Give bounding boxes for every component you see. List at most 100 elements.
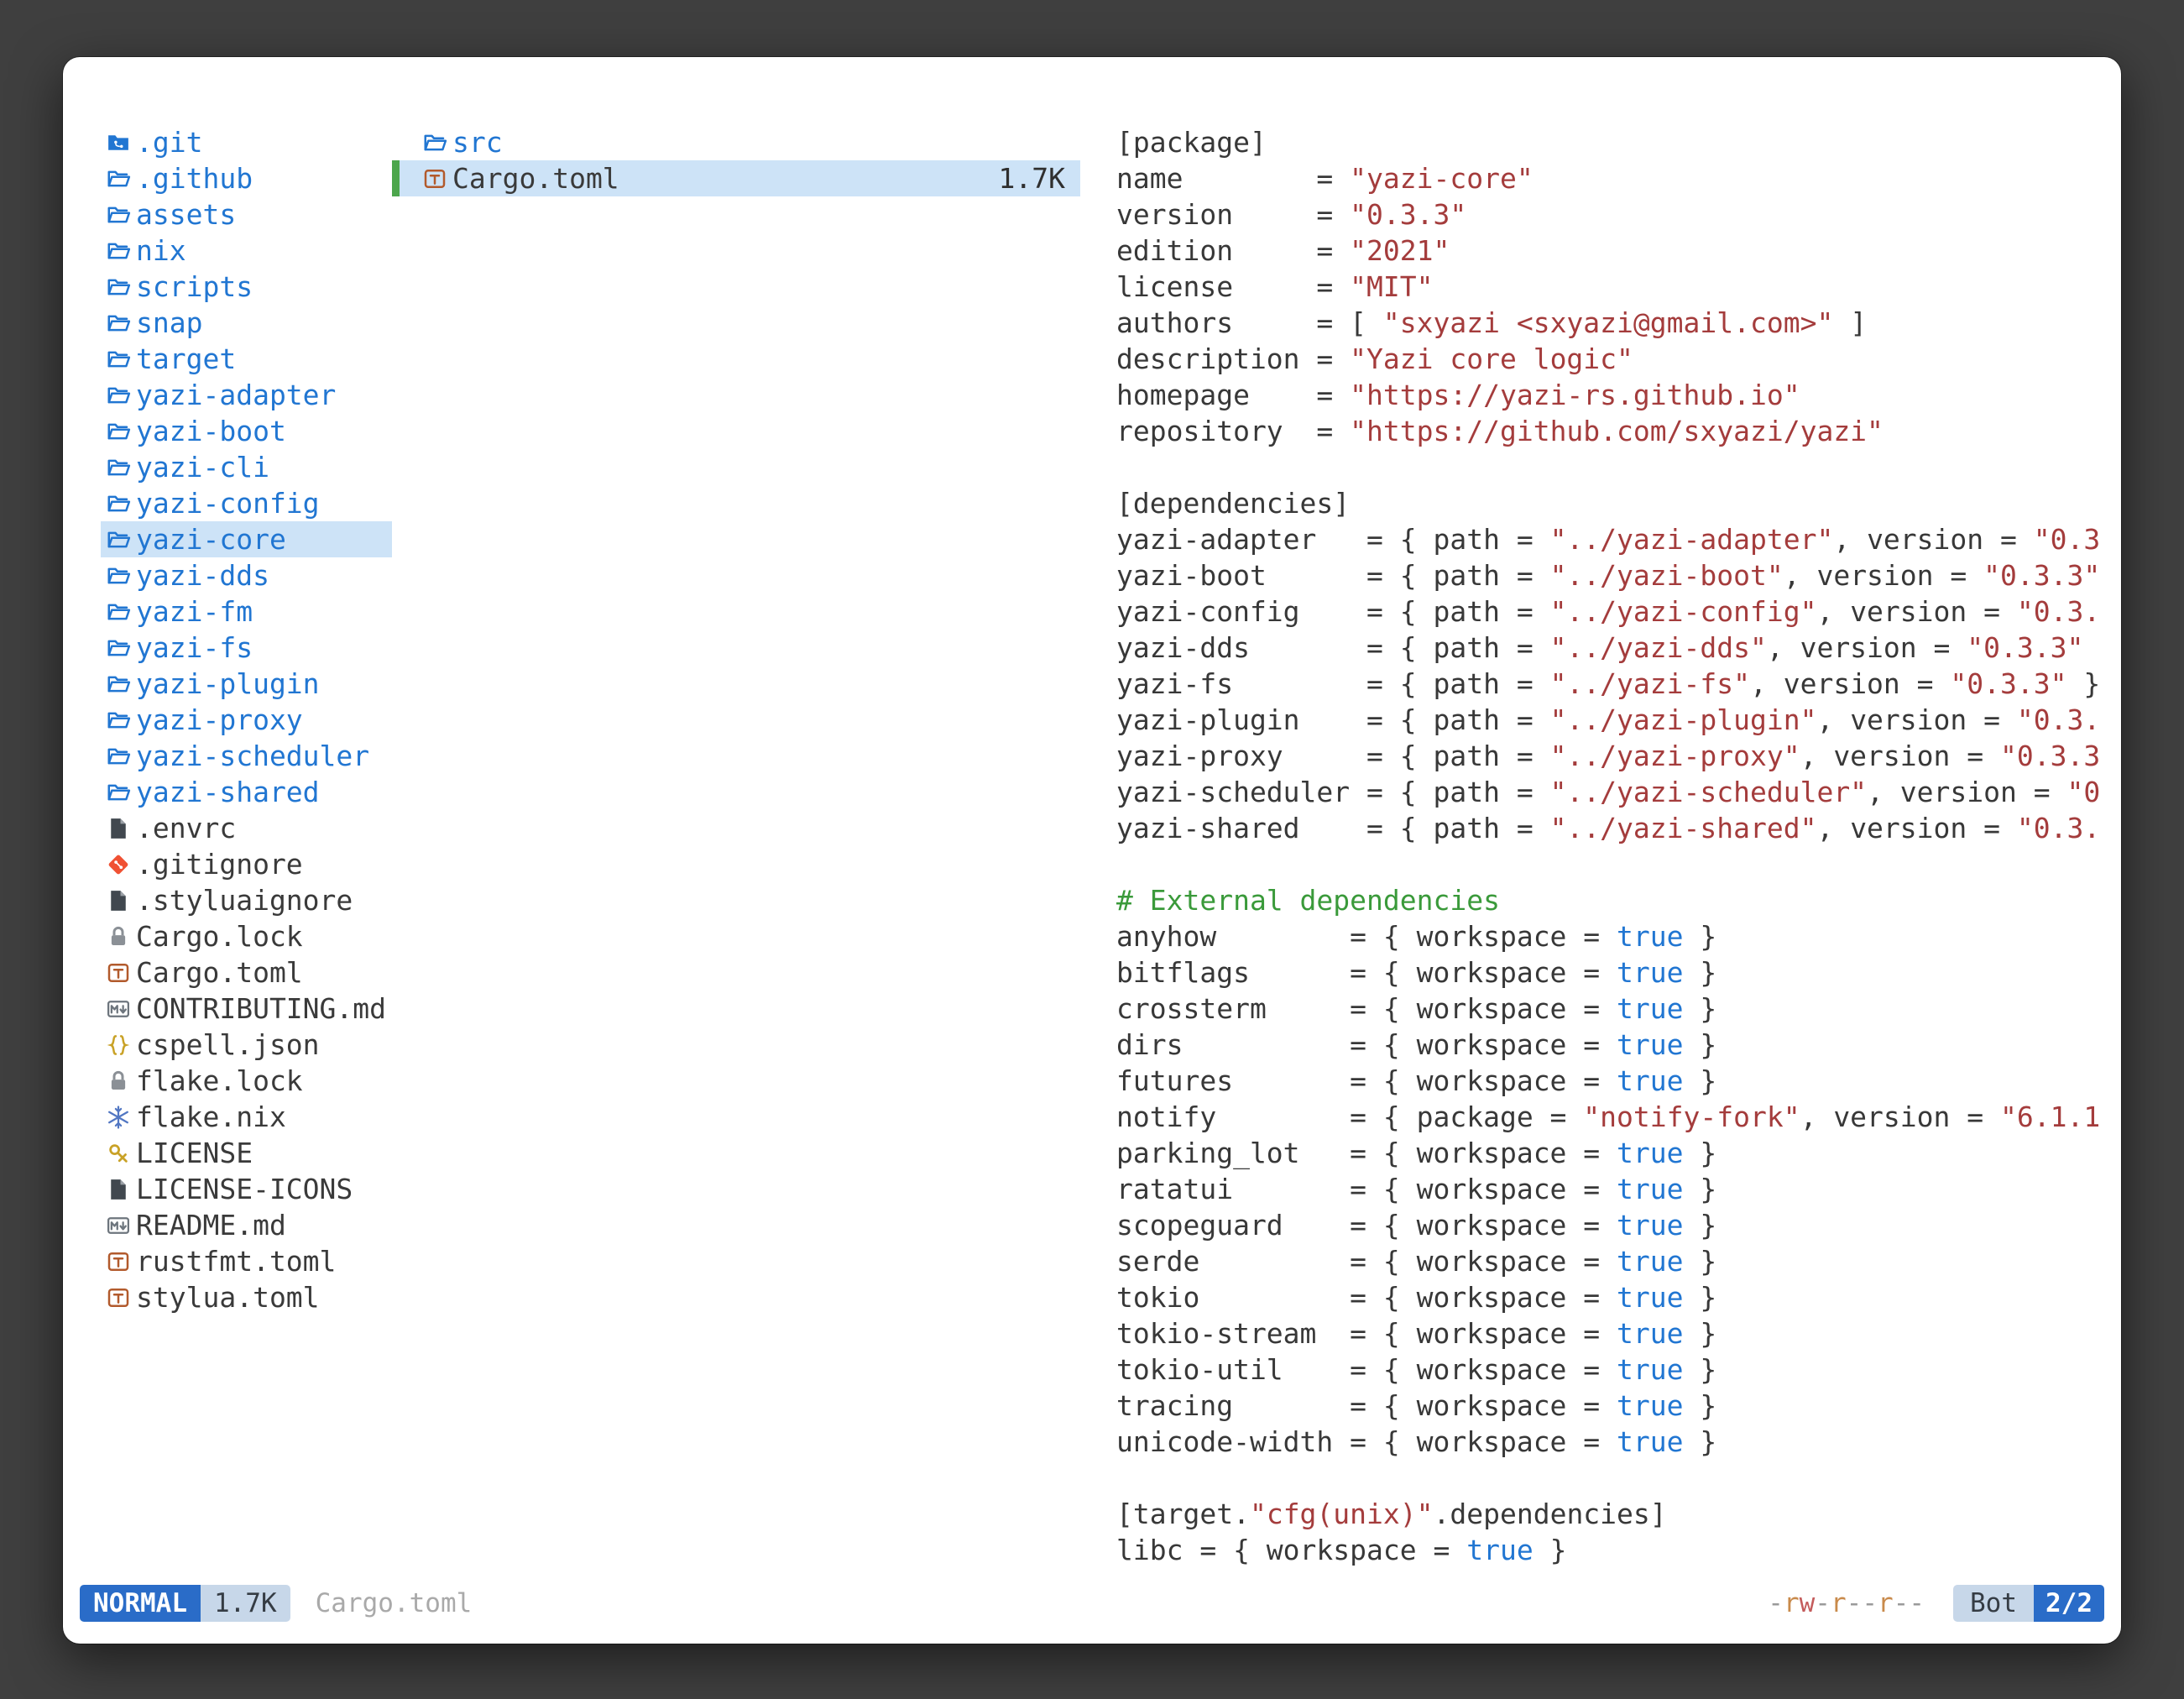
- file-row[interactable]: stylua.toml: [101, 1279, 392, 1315]
- folder-icon: [101, 233, 136, 269]
- folder-icon: [101, 666, 136, 702]
- preview-line: ratatui = { workspace = true }: [1116, 1171, 2120, 1207]
- preview-line: [1116, 1460, 2120, 1496]
- file-name: .github: [136, 160, 253, 196]
- file-name: LICENSE: [136, 1135, 253, 1171]
- file-row[interactable]: yazi-scheduler: [101, 738, 392, 774]
- preview-line: yazi-boot = { path = "../yazi-boot", ver…: [1116, 557, 2120, 593]
- file-row[interactable]: yazi-fs: [101, 630, 392, 666]
- preview-line: yazi-plugin = { path = "../yazi-plugin",…: [1116, 702, 2120, 738]
- file-name: CONTRIBUTING.md: [136, 991, 386, 1027]
- preview-line: homepage = "https://yazi-rs.github.io": [1116, 377, 2120, 413]
- permissions: -rw-r--r--: [1768, 1585, 1925, 1622]
- preview-line: [1116, 846, 2120, 882]
- preview-line: libc = { workspace = true }: [1116, 1532, 2120, 1568]
- file-row[interactable]: nix: [101, 233, 392, 269]
- file-row[interactable]: LICENSE: [101, 1135, 392, 1171]
- file-name: assets: [136, 196, 236, 233]
- preview-line: yazi-scheduler = { path = "../yazi-sched…: [1116, 774, 2120, 810]
- file-name: yazi-fm: [136, 593, 253, 630]
- file-name: target: [136, 341, 236, 377]
- license-icon: [101, 1135, 136, 1171]
- preview-line: unicode-width = { workspace = true }: [1116, 1424, 2120, 1460]
- toml-icon: [101, 1243, 136, 1279]
- file-name: yazi-config: [136, 485, 320, 521]
- file-row[interactable]: flake.lock: [101, 1063, 392, 1099]
- status-bar: NORMAL 1.7K Cargo.toml -rw-r--r-- Bot 2/…: [80, 1585, 2104, 1622]
- file-name: Cargo.toml: [136, 954, 303, 991]
- preview-line: [target."cfg(unix)".dependencies]: [1116, 1496, 2120, 1532]
- file-row[interactable]: scripts: [101, 269, 392, 305]
- file-row[interactable]: .github: [101, 160, 392, 196]
- file-name: yazi-fs: [136, 630, 253, 666]
- file-row[interactable]: .gitignore: [101, 846, 392, 882]
- preview-line: yazi-dds = { path = "../yazi-dds", versi…: [1116, 630, 2120, 666]
- file-row[interactable]: rustfmt.toml: [101, 1243, 392, 1279]
- file-row[interactable]: assets: [101, 196, 392, 233]
- file-row[interactable]: yazi-plugin: [101, 666, 392, 702]
- file-row[interactable]: yazi-fm: [101, 593, 392, 630]
- file-row[interactable]: yazi-proxy: [101, 702, 392, 738]
- selection-marker: [392, 124, 400, 160]
- folder-icon: [101, 160, 136, 196]
- folder-icon: [101, 269, 136, 305]
- file-row[interactable]: yazi-cli: [101, 449, 392, 485]
- preview-line: dirs = { workspace = true }: [1116, 1027, 2120, 1063]
- preview-line: serde = { workspace = true }: [1116, 1243, 2120, 1279]
- file-name: yazi-boot: [136, 413, 286, 449]
- file-row[interactable]: yazi-config: [101, 485, 392, 521]
- file-row[interactable]: cspell.json: [101, 1027, 392, 1063]
- file-row[interactable]: Cargo.toml: [101, 954, 392, 991]
- file-row[interactable]: yazi-shared: [101, 774, 392, 810]
- file-name: LICENSE-ICONS: [136, 1171, 353, 1207]
- file-row[interactable]: README.md: [101, 1207, 392, 1243]
- markdown-icon: [101, 1207, 136, 1243]
- preview-line: parking_lot = { workspace = true }: [1116, 1135, 2120, 1171]
- nix-icon: [101, 1099, 136, 1135]
- preview-line: tracing = { workspace = true }: [1116, 1388, 2120, 1424]
- scroll-position-label: Bot: [1953, 1585, 2034, 1622]
- preview-line: yazi-fs = { path = "../yazi-fs", version…: [1116, 666, 2120, 702]
- file-row[interactable]: snap: [101, 305, 392, 341]
- file-row[interactable]: LICENSE-ICONS: [101, 1171, 392, 1207]
- file-name: nix: [136, 233, 186, 269]
- preview-line: crossterm = { workspace = true }: [1116, 991, 2120, 1027]
- file-row[interactable]: target: [101, 341, 392, 377]
- file-row[interactable]: .envrc: [101, 810, 392, 846]
- file-row[interactable]: yazi-boot: [101, 413, 392, 449]
- current-pane[interactable]: srcCargo.toml1.7K: [392, 124, 1080, 196]
- folder-icon: [101, 557, 136, 593]
- preview-line: anyhow = { workspace = true }: [1116, 918, 2120, 954]
- git-icon: [101, 846, 136, 882]
- file-row[interactable]: CONTRIBUTING.md: [101, 991, 392, 1027]
- file-row[interactable]: yazi-core: [101, 521, 392, 557]
- file-size: 1.7K: [999, 160, 1080, 196]
- statusbar-spacer: [472, 1585, 1768, 1622]
- json-icon: [101, 1027, 136, 1063]
- file-row[interactable]: .styluaignore: [101, 882, 392, 918]
- folder-icon: [101, 341, 136, 377]
- preview-line: scopeguard = { workspace = true }: [1116, 1207, 2120, 1243]
- parent-pane[interactable]: .git.githubassetsnixscriptssnaptargetyaz…: [101, 124, 392, 1315]
- file-row[interactable]: yazi-adapter: [101, 377, 392, 413]
- statusbar-filename: Cargo.toml: [316, 1585, 473, 1622]
- preview-line: [1116, 449, 2120, 485]
- file-row[interactable]: Cargo.toml1.7K: [392, 160, 1080, 196]
- file-row[interactable]: Cargo.lock: [101, 918, 392, 954]
- file-name: README.md: [136, 1207, 286, 1243]
- preview-line: # External dependencies: [1116, 882, 2120, 918]
- file-name: rustfmt.toml: [136, 1243, 336, 1279]
- file-row[interactable]: flake.nix: [101, 1099, 392, 1135]
- file-name: .envrc: [136, 810, 236, 846]
- file-row[interactable]: src: [392, 124, 1080, 160]
- preview-pane[interactable]: [package]name = "yazi-core"version = "0.…: [1116, 124, 2120, 1568]
- preview-line: tokio-stream = { workspace = true }: [1116, 1315, 2120, 1351]
- preview-line: yazi-adapter = { path = "../yazi-adapter…: [1116, 521, 2120, 557]
- folder-icon: [101, 449, 136, 485]
- file-row[interactable]: .git: [101, 124, 392, 160]
- file-row[interactable]: yazi-dds: [101, 557, 392, 593]
- folder-icon: [101, 702, 136, 738]
- file-name: yazi-dds: [136, 557, 269, 593]
- folder-icon: [417, 124, 452, 160]
- preview-line: edition = "2021": [1116, 233, 2120, 269]
